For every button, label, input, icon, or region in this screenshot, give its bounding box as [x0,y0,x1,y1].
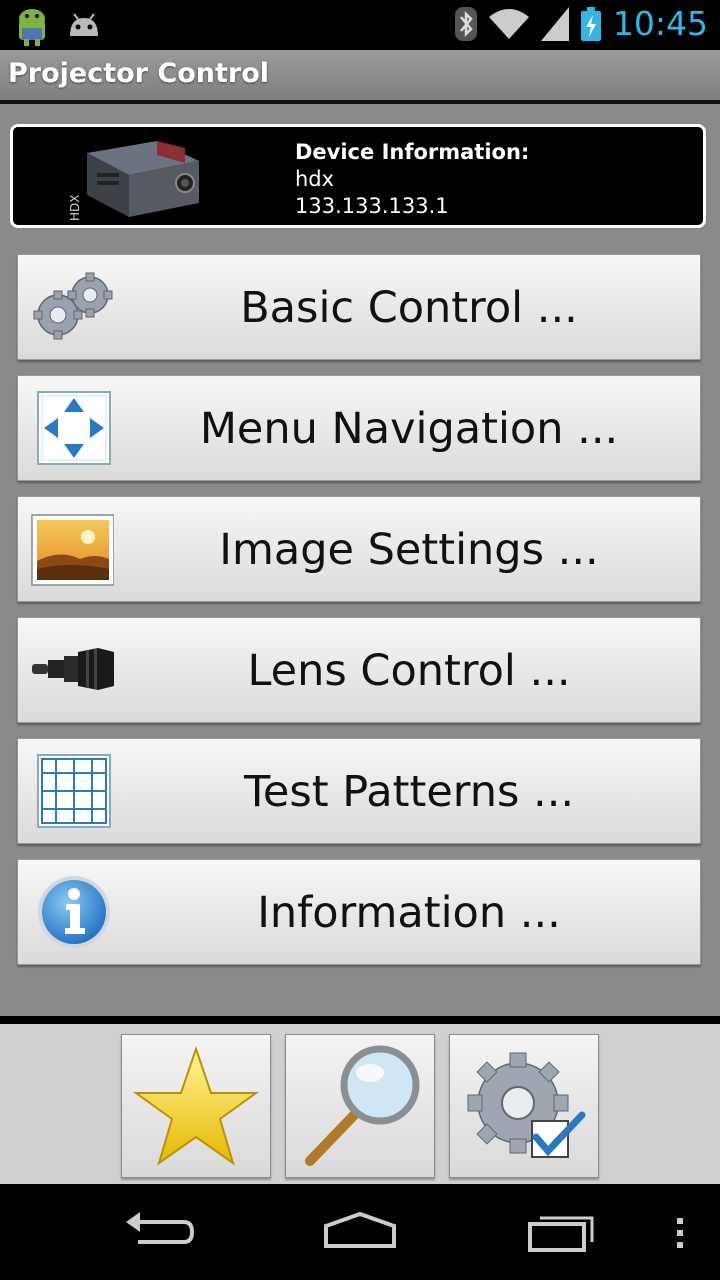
gears-icon [33,272,113,340]
grid-pattern-icon [37,754,111,828]
projector-icon: HDX [68,141,199,221]
bluetooth-icon [454,6,477,41]
overflow-menu-icon[interactable] [674,1210,686,1254]
information-button[interactable]: Information ... [17,859,701,965]
device-info-heading: Device Information: [295,140,530,164]
settings-button[interactable] [449,1034,599,1178]
favorites-button[interactable] [121,1034,271,1178]
signal-icon [540,6,569,41]
image-settings-button[interactable]: Image Settings ... [17,496,701,602]
lens-control-button[interactable]: Lens Control ... [17,617,701,723]
menu-navigation-button[interactable]: Menu Navigation ... [17,375,701,481]
clock: 10:45 [612,4,708,43]
device-ip: 133.133.133.1 [295,194,449,218]
menu-navigation-label: Menu Navigation ... [199,404,619,454]
navigation-arrows-icon [37,391,111,465]
lens-control-label: Lens Control ... [247,646,571,696]
main-panel: HDX Device Information: hdx 133.133.133.… [0,104,720,1016]
favorites-star-icon [132,1045,260,1166]
device-name: hdx [295,167,335,191]
basic-control-label: Basic Control ... [240,283,578,333]
android-icon [19,9,45,46]
test-patterns-label: Test Patterns ... [243,767,575,817]
battery-charging-icon [580,6,601,41]
basic-control-button[interactable]: Basic Control ... [17,254,701,360]
wifi-icon [488,8,529,39]
settings-gear-check-icon [467,1052,586,1158]
bottom-toolbar [0,1016,720,1184]
lens-icon [32,648,114,690]
status-bar: 10:45 [0,0,720,50]
title-bar: Projector Control [0,50,720,104]
information-label: Information ... [257,888,561,938]
android-debug-icon [70,13,98,36]
recent-apps-icon[interactable] [526,1210,598,1254]
app-title: Projector Control [8,58,270,89]
test-patterns-button[interactable]: Test Patterns ... [17,738,701,844]
back-icon[interactable] [124,1210,196,1254]
home-icon[interactable] [322,1210,398,1254]
image-settings-label: Image Settings ... [219,525,599,575]
search-button[interactable] [285,1034,435,1178]
search-magnifier-icon [305,1045,420,1166]
info-icon [38,876,110,948]
system-nav-bar [0,1184,720,1280]
landscape-image-icon [31,514,114,586]
projector-model-label: HDX [68,195,82,221]
device-info-card[interactable]: HDX Device Information: hdx 133.133.133.… [10,124,706,228]
